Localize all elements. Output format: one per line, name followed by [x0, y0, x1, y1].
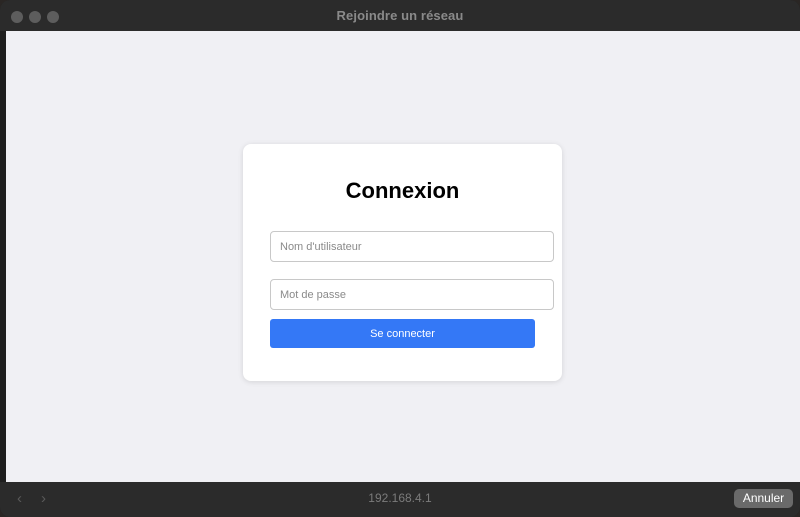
minimize-window-button[interactable]	[29, 11, 41, 23]
window-title: Rejoindre un réseau	[336, 8, 464, 23]
close-window-button[interactable]	[11, 11, 23, 23]
login-heading: Connexion	[345, 178, 460, 203]
password-input[interactable]	[270, 279, 554, 310]
chevron-right-icon[interactable]: ›	[41, 490, 46, 508]
cancel-button[interactable]: Annuler	[734, 489, 793, 508]
address-label: 192.168.4.1	[368, 491, 432, 505]
bottom-toolbar: ‹ › 192.168.4.1	[0, 482, 800, 517]
login-card: Connexion Se connecter	[243, 144, 562, 381]
web-content: Connexion Se connecter	[6, 31, 800, 482]
captive-portal-window: Rejoindre un réseau Connexion Se connect…	[0, 0, 800, 517]
zoom-window-button[interactable]	[47, 11, 59, 23]
chevron-left-icon[interactable]: ‹	[17, 490, 22, 508]
title-bar[interactable]: Rejoindre un réseau	[0, 0, 800, 31]
username-input[interactable]	[270, 231, 554, 262]
login-button[interactable]: Se connecter	[270, 319, 535, 348]
